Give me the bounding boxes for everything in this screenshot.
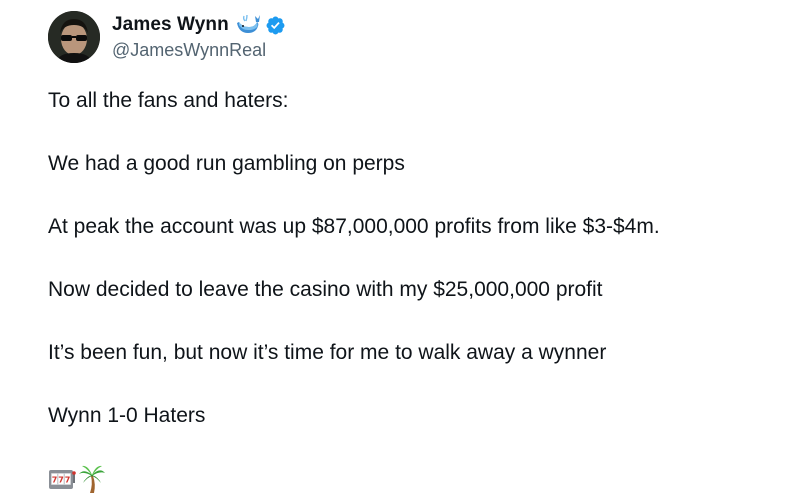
slot-machine-icon: 7 7 7 <box>48 465 76 493</box>
tweet-line: To all the fans and haters: <box>48 89 289 112</box>
emoji-row: 7 7 7 <box>48 464 106 494</box>
tweet-line: At peak the account was up $87,000,000 p… <box>48 215 660 238</box>
tweet-line: Now decided to leave the casino with my … <box>48 278 603 301</box>
author-display-name[interactable]: James Wynn <box>112 14 229 36</box>
author-handle[interactable]: @JamesWynnReal <box>112 40 266 61</box>
svg-text:7: 7 <box>65 476 71 485</box>
author-name-row: James Wynn <box>112 12 286 38</box>
tweet-text: To all the fans and haters: We had a goo… <box>48 86 788 464</box>
avatar[interactable] <box>48 11 100 63</box>
palm-tree-icon <box>78 464 106 494</box>
tweet: James Wynn @JamesWynnReal To all the fan… <box>0 0 800 500</box>
verified-icon[interactable] <box>265 15 286 36</box>
svg-text:7: 7 <box>58 476 64 485</box>
tweet-line: We had a good run gambling on perps <box>48 152 405 175</box>
tweet-line: It’s been fun, but now it’s time for me … <box>48 341 607 364</box>
svg-text:7: 7 <box>52 476 58 485</box>
whale-icon <box>235 14 261 36</box>
tweet-line: Wynn 1-0 Haters <box>48 404 206 427</box>
